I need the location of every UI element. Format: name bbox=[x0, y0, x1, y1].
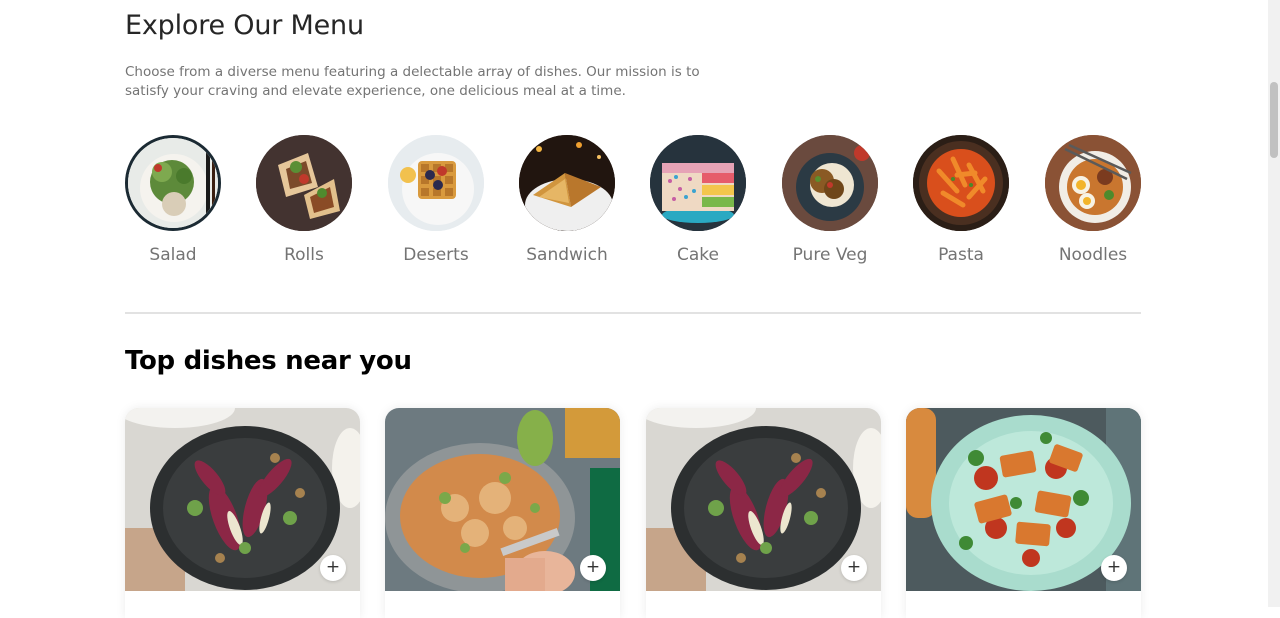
pure-veg-image[interactable] bbox=[782, 135, 878, 231]
dish-card[interactable]: + bbox=[385, 408, 620, 618]
vertical-scrollbar[interactable] bbox=[1268, 0, 1280, 607]
menu-item-sandwich[interactable]: Sandwich bbox=[519, 135, 615, 265]
menu-item-deserts[interactable]: Deserts bbox=[388, 135, 484, 265]
deserts-image[interactable] bbox=[388, 135, 484, 231]
menu-label-sandwich: Sandwich bbox=[526, 245, 608, 265]
menu-item-pasta[interactable]: Pasta bbox=[913, 135, 1009, 265]
cake-image[interactable] bbox=[650, 135, 746, 231]
menu-label-cake: Cake bbox=[677, 245, 719, 265]
dish-card[interactable]: + bbox=[125, 408, 360, 618]
menu-label-deserts: Deserts bbox=[403, 245, 469, 265]
menu-item-pure-veg[interactable]: Pure Veg bbox=[782, 135, 878, 265]
dish-image[interactable]: + bbox=[385, 408, 620, 591]
add-to-cart-button[interactable]: + bbox=[841, 555, 867, 581]
menu-item-noodles[interactable]: Noodles bbox=[1045, 135, 1141, 265]
pasta-image[interactable] bbox=[913, 135, 1009, 231]
section-divider bbox=[125, 312, 1141, 314]
add-to-cart-button[interactable]: + bbox=[320, 555, 346, 581]
dish-image[interactable]: + bbox=[646, 408, 881, 591]
menu-label-pure-veg: Pure Veg bbox=[792, 245, 868, 265]
explore-menu-title: Explore Our Menu bbox=[125, 10, 364, 41]
menu-item-cake[interactable]: Cake bbox=[650, 135, 746, 265]
explore-menu-description: Choose from a diverse menu featuring a d… bbox=[125, 64, 700, 99]
menu-label-rolls: Rolls bbox=[284, 245, 324, 265]
dish-card[interactable]: + bbox=[646, 408, 881, 618]
dish-image[interactable]: + bbox=[125, 408, 360, 591]
menu-label-salad: Salad bbox=[149, 245, 197, 265]
scrollbar-thumb[interactable] bbox=[1270, 82, 1278, 158]
dish-card[interactable]: + bbox=[906, 408, 1141, 618]
rolls-image[interactable] bbox=[256, 135, 352, 231]
menu-item-rolls[interactable]: Rolls bbox=[256, 135, 352, 265]
salad-image[interactable] bbox=[125, 135, 221, 231]
sandwich-image[interactable] bbox=[519, 135, 615, 231]
dish-image[interactable]: + bbox=[906, 408, 1141, 591]
menu-label-pasta: Pasta bbox=[938, 245, 984, 265]
menu-category-list: Salad Rolls Deserts Sandwich Cake Pure V… bbox=[125, 135, 1141, 275]
add-to-cart-button[interactable]: + bbox=[580, 555, 606, 581]
menu-label-noodles: Noodles bbox=[1058, 245, 1128, 265]
top-dishes-title: Top dishes near you bbox=[125, 346, 412, 376]
add-to-cart-button[interactable]: + bbox=[1101, 555, 1127, 581]
noodles-image[interactable] bbox=[1045, 135, 1141, 231]
page: Explore Our Menu Choose from a diverse m… bbox=[0, 0, 1268, 618]
menu-item-salad[interactable]: Salad bbox=[125, 135, 221, 265]
